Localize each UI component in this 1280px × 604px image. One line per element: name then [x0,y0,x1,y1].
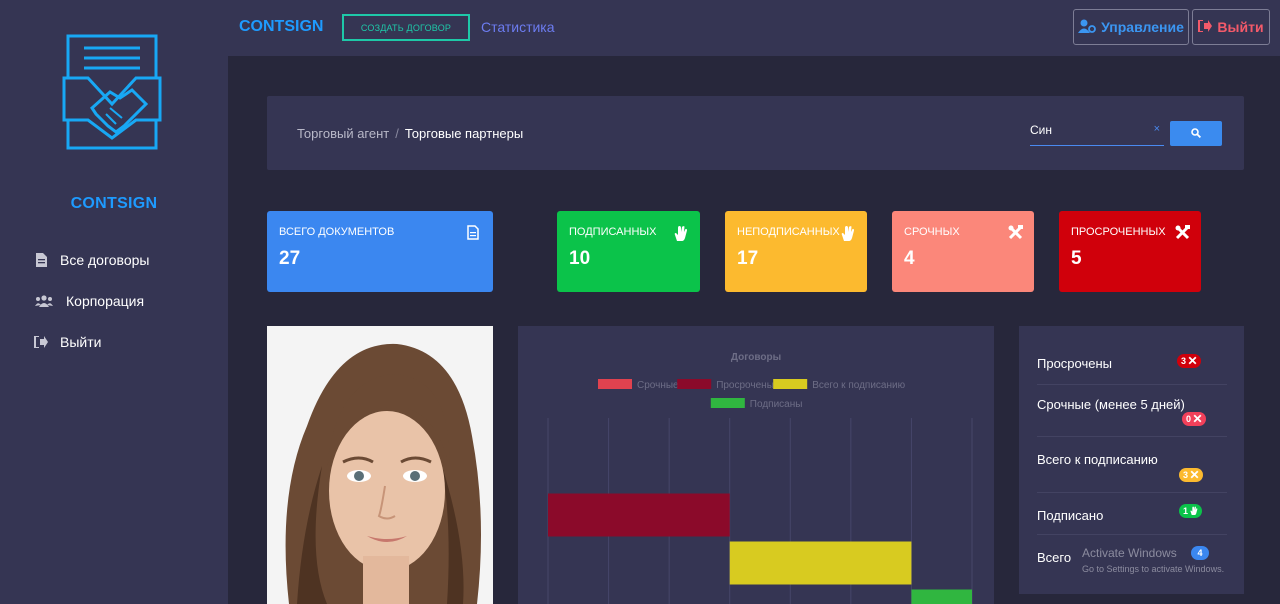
legend-label: Просрочены [716,380,774,391]
badge-count: 3 [1181,356,1187,366]
search-field: × [1030,118,1164,146]
breadcrumb-current: Торговые партнеры [404,126,524,141]
signed-count-badge: 1 [1179,504,1203,518]
divider [1037,534,1227,535]
stat-card-urgent[interactable]: Срочных 4 [892,211,1034,292]
stat-card-label: Просроченных [1071,226,1166,238]
divider [1037,436,1227,437]
sidebar-item-corporation[interactable]: Корпорация [34,293,144,309]
legend-swatch[interactable] [598,379,632,389]
breadcrumb-separator: / [395,126,399,141]
management-label: Управление [1101,19,1184,35]
legend-label: Срочные [637,380,679,391]
chart-bar[interactable] [548,493,730,537]
create-contract-button[interactable]: создать договор [342,14,470,41]
contsign-logo-icon[interactable] [62,34,162,152]
chart-bar[interactable] [911,589,972,604]
badge-count: 3 [1183,470,1189,480]
search-input[interactable] [1030,118,1150,142]
chart-svg: Договоры Срочные Просрочены Всего к подпис… [547,352,973,604]
sidebar-item-label: Корпорация [66,293,145,309]
tools-icon [1190,470,1199,481]
breadcrumb: Торговый агент / Торговые партнеры [297,126,523,141]
stat-card-signed[interactable]: Подписанных 10 [557,211,700,292]
legend-swatch[interactable] [773,379,808,389]
chart-bar[interactable] [729,541,912,585]
sidebar-item-logout[interactable]: Выйти [34,334,101,350]
sidebar-item-label: Выйти [60,334,102,350]
urgent-count-badge: 0 [1182,412,1207,426]
contracts-chart: Договоры Срочные Просрочены Всего к подпис… [518,326,994,604]
stat-card-value: 27 [279,248,301,269]
stat-card-label: Неподписанных [737,226,840,238]
windows-activation-watermark: Activate Windows Go to Settings to activ… [1082,546,1224,574]
stat-card-value: 17 [737,248,759,269]
hand-icon [841,225,855,241]
logout-button[interactable]: Выйти [1192,9,1270,45]
tools-icon [1175,225,1190,241]
document-icon [34,253,48,267]
stat-card-value: 10 [569,248,591,269]
watermark-line1: Activate Windows [1082,546,1177,560]
sign-out-icon [34,335,48,349]
summary-label: Всего [1037,550,1072,565]
user-photo [267,326,493,604]
management-button[interactable]: Управление [1073,9,1189,45]
tools-icon [1008,225,1023,241]
chart-title: Договоры [731,352,781,363]
legend-label: Всего к подписанию [812,380,905,391]
hand-icon [1190,506,1198,517]
clear-icon[interactable]: × [1154,123,1160,135]
topbar-brand[interactable]: CONTSIGN [239,18,323,36]
summary-label: Подписано [1037,508,1104,523]
users-icon [34,294,54,308]
search-button[interactable] [1170,121,1222,146]
user-cog-icon [1078,19,1097,36]
sidebar: CONTSIGN Все договоры Корпорация Выйти [0,0,228,604]
stat-card-unsigned[interactable]: Неподписанных 17 [725,211,867,292]
sidebar-item-all-contracts[interactable]: Все договоры [34,252,149,268]
topbar: CONTSIGN создать договор Статистика Упра… [228,0,1280,56]
stat-card-total[interactable]: Всего документов 27 [267,211,493,292]
tools-icon [1188,356,1197,367]
statistics-link[interactable]: Статистика [481,19,555,35]
logout-label: Выйти [1217,19,1264,35]
sidebar-brand: CONTSIGN [70,195,158,212]
legend-swatch[interactable] [677,379,712,389]
overdue-count-badge: 3 [1177,354,1202,368]
stat-card-label: Подписанных [569,226,657,238]
badge-count: 0 [1186,414,1192,424]
stat-card-label: Всего документов [279,226,395,238]
legend-label: Подписаны [750,399,803,410]
summary-item-urgent[interactable]: Срочные (менее 5 дней) [1037,397,1227,412]
divider [1037,384,1227,385]
legend-swatch[interactable] [710,398,745,408]
chart-legend: Срочные Просрочены Всего к подписанию Подпи… [598,379,906,410]
summary-label: Просрочены [1037,356,1113,371]
stat-card-overdue[interactable]: Просроченных 5 [1059,211,1201,292]
chart-bars [548,493,972,604]
badge-count: 1 [1183,506,1189,516]
tools-icon [1193,414,1202,425]
breadcrumb-parent[interactable]: Торговый агент [297,126,389,141]
summary-label: Всего к подписанию [1037,452,1158,467]
to-sign-count-badge: 3 [1179,468,1204,482]
summary-label: Срочные (менее 5 дней) [1037,397,1185,412]
stat-card-value: 5 [1071,248,1082,269]
hand-icon [674,225,688,241]
breadcrumb-panel: Торговый агент / Торговые партнеры × [267,96,1244,170]
search-icon [1191,125,1202,143]
file-icon [467,225,481,241]
summary-item-to-sign[interactable]: Всего к подписанию [1037,452,1227,467]
sign-out-icon [1198,19,1213,35]
watermark-line2: Go to Settings to activate Windows. [1082,564,1225,574]
stat-card-label: Срочных [904,226,960,238]
stat-card-value: 4 [904,248,915,269]
divider [1037,492,1227,493]
sidebar-item-label: Все договоры [60,252,150,268]
